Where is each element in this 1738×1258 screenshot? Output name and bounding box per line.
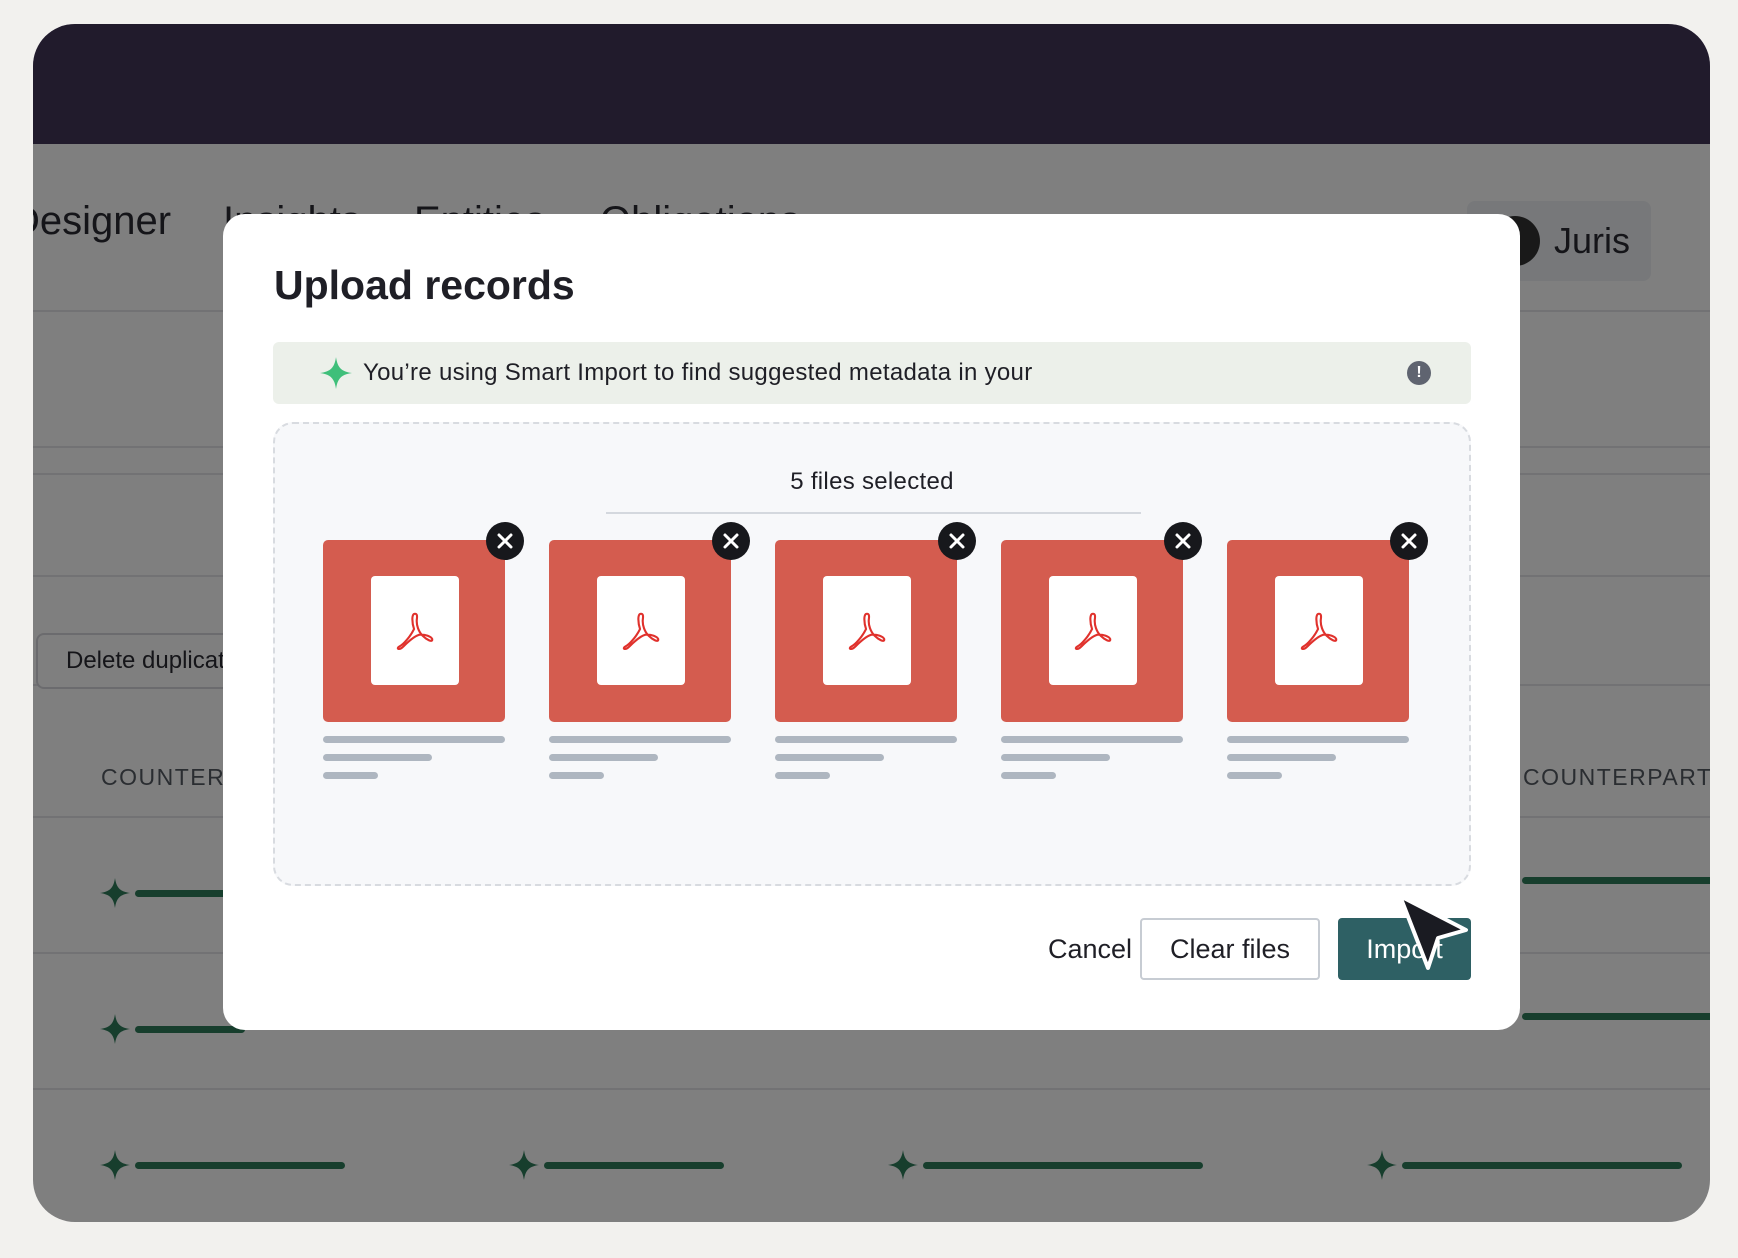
notice-text: You’re using Smart Import to find sugges…: [363, 359, 1033, 386]
file-name-placeholder: [1227, 754, 1337, 761]
sparkle-icon: [320, 357, 352, 389]
smart-import-notice: You’re using Smart Import to find sugges…: [273, 342, 1471, 404]
file-dropzone[interactable]: 5 files selected: [273, 422, 1471, 886]
file-card[interactable]: [1227, 522, 1428, 779]
file-name-placeholder: [1001, 736, 1183, 743]
close-icon: [949, 533, 965, 549]
pdf-icon: [371, 576, 459, 685]
upload-records-dialog: Upload records You’re using Smart Import…: [223, 214, 1520, 1030]
file-name-placeholder: [775, 736, 957, 743]
dialog-title: Upload records: [274, 262, 575, 308]
pdf-icon: [1275, 576, 1363, 685]
file-name-placeholder: [1001, 754, 1111, 761]
file-thumbnail: [549, 522, 750, 722]
remove-file-button[interactable]: [1390, 522, 1428, 560]
file-name-placeholder: [1227, 736, 1409, 743]
close-icon: [1401, 533, 1417, 549]
file-name-placeholder: [549, 754, 659, 761]
file-name-placeholder: [1227, 772, 1282, 779]
file-name-placeholder: [549, 736, 731, 743]
info-icon[interactable]: !: [1407, 361, 1431, 385]
cancel-button[interactable]: Cancel: [1025, 918, 1155, 980]
file-name-placeholder: [1001, 772, 1056, 779]
pdf-icon: [1049, 576, 1137, 685]
pdf-icon: [597, 576, 685, 685]
file-card[interactable]: [1001, 522, 1202, 779]
file-thumbnail: [323, 522, 524, 722]
close-icon: [497, 533, 513, 549]
file-thumbnail: [775, 522, 976, 722]
file-name-placeholder: [775, 772, 830, 779]
file-card[interactable]: [549, 522, 750, 779]
files-selected-label: 5 files selected: [790, 468, 954, 495]
pdf-icon: [823, 576, 911, 685]
remove-file-button[interactable]: [938, 522, 976, 560]
file-name-placeholder: [323, 772, 378, 779]
mouse-cursor-icon: [1398, 894, 1468, 970]
close-icon: [1175, 533, 1191, 549]
remove-file-button[interactable]: [712, 522, 750, 560]
file-thumbnail: [1227, 522, 1428, 722]
file-name-placeholder: [323, 736, 505, 743]
file-card[interactable]: [323, 522, 524, 779]
clear-files-button[interactable]: Clear files: [1140, 918, 1320, 980]
file-name-placeholder: [323, 754, 433, 761]
remove-file-button[interactable]: [486, 522, 524, 560]
file-name-placeholder: [549, 772, 604, 779]
divider: [606, 512, 1141, 514]
file-name-placeholder: [775, 754, 885, 761]
file-thumbnail: [1001, 522, 1202, 722]
file-card[interactable]: [775, 522, 976, 779]
close-icon: [723, 533, 739, 549]
remove-file-button[interactable]: [1164, 522, 1202, 560]
